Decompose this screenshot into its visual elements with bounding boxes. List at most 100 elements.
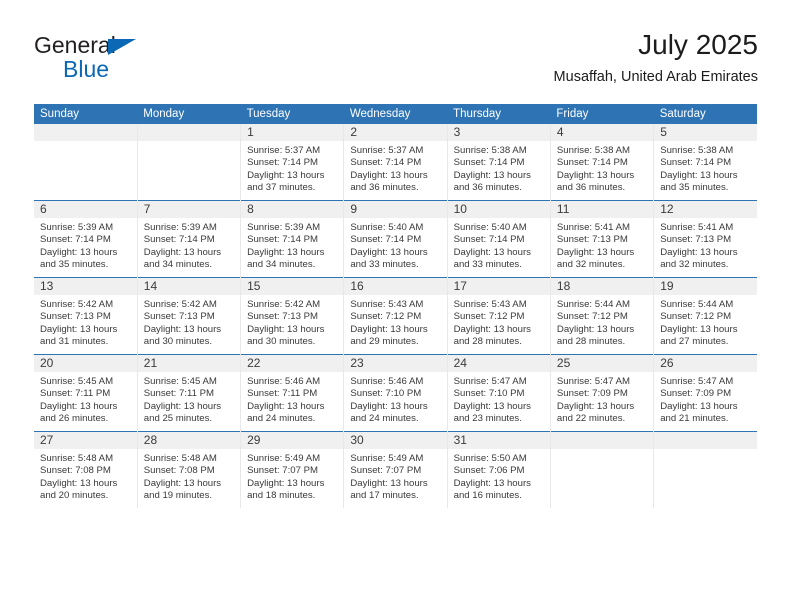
daylight-line-1: Daylight: 13 hours	[247, 400, 325, 412]
calendar-day-cell[interactable]: 21 Sunrise: 5:45 AM Sunset: 7:11 PM Dayligh…	[137, 354, 242, 432]
daylight-line-2: and 18 minutes.	[247, 490, 316, 502]
calendar-day-cell[interactable]: 12 Sunrise: 5:41 AM Sunset: 7:13 PM Dayligh…	[653, 200, 757, 278]
calendar-day-cell[interactable]: 19 Sunrise: 5:44 AM Sunset: 7:12 PM Dayligh…	[653, 277, 757, 355]
daylight-line-2: and 30 minutes.	[143, 336, 213, 348]
daylight-line-1: Daylight: 13 hours	[453, 169, 531, 181]
calendar-day-cell[interactable]: 6 Sunrise: 5:39 AM Sunset: 7:14 PM Daylight…	[34, 200, 138, 278]
sunrise-line: Sunrise: 5:45 AM	[40, 376, 114, 387]
daylight-line-2: and 22 minutes.	[556, 413, 626, 425]
calendar-day-cell[interactable]: 1 Sunrise: 5:37 AM Sunset: 7:14 PM Daylight…	[240, 124, 345, 201]
calendar-day-cell[interactable]: 30 Sunrise: 5:49 AM Sunset: 7:07 PM Dayligh…	[343, 431, 448, 508]
sunrise-line: Sunrise: 5:42 AM	[40, 299, 114, 310]
calendar-day-cell[interactable]: 28 Sunrise: 5:48 AM Sunset: 7:08 PM Dayligh…	[137, 431, 242, 508]
day-details: Sunrise: 5:39 AM Sunset: 7:14 PM Daylight:…	[241, 218, 343, 272]
calendar-day-cell[interactable]: 18 Sunrise: 5:44 AM Sunset: 7:12 PM Dayligh…	[550, 277, 655, 355]
calendar-day-cell[interactable]: 14 Sunrise: 5:42 AM Sunset: 7:13 PM Dayligh…	[137, 277, 242, 355]
calendar-header-row: Sunday Monday Tuesday Wednesday Thursday Frid…	[34, 104, 757, 124]
page-subtitle: Musaffah, United Arab Emirates	[553, 69, 758, 85]
calendar-day-cell[interactable]: 23 Sunrise: 5:46 AM Sunset: 7:10 PM Dayligh…	[343, 354, 448, 432]
sunset-line: Sunset: 7:14 PM	[247, 157, 318, 169]
day-number: 13	[34, 278, 137, 295]
calendar-day-cell[interactable]: 24 Sunrise: 5:47 AM Sunset: 7:10 PM Dayligh…	[447, 354, 551, 432]
day-number: 11	[550, 201, 654, 218]
weekday-header-sunday: Sunday	[34, 104, 138, 124]
calendar-week-row: 13 Sunrise: 5:42 AM Sunset: 7:13 PM Dayligh…	[34, 277, 757, 355]
day-details: Sunrise: 5:44 AM Sunset: 7:12 PM Daylight:…	[654, 295, 757, 349]
general-blue-logo[interactable]: General Blue	[34, 28, 254, 90]
day-number: 12	[654, 201, 757, 218]
calendar-day-cell[interactable]: 25 Sunrise: 5:47 AM Sunset: 7:09 PM Dayligh…	[550, 354, 655, 432]
calendar-day-cell[interactable]: 26 Sunrise: 5:47 AM Sunset: 7:09 PM Dayligh…	[653, 354, 757, 432]
daylight-line-2: and 29 minutes.	[350, 336, 419, 348]
calendar-week-row: 20 Sunrise: 5:45 AM Sunset: 7:11 PM Dayligh…	[34, 354, 757, 432]
sunrise-line: Sunrise: 5:39 AM	[40, 222, 114, 233]
daylight-line-1: Daylight: 13 hours	[247, 169, 325, 181]
calendar-day-cell[interactable]: 17 Sunrise: 5:43 AM Sunset: 7:12 PM Dayligh…	[447, 277, 551, 355]
daylight-line-2: and 27 minutes.	[660, 336, 729, 348]
calendar-day-cell[interactable]: 22 Sunrise: 5:46 AM Sunset: 7:11 PM Dayligh…	[240, 354, 345, 432]
sunset-line: Sunset: 7:06 PM	[453, 465, 525, 477]
sunrise-line: Sunrise: 5:42 AM	[143, 299, 217, 310]
sunrise-line: Sunrise: 5:38 AM	[556, 145, 630, 156]
daylight-line-2: and 35 minutes.	[40, 259, 109, 271]
day-details: Sunrise: 5:37 AM Sunset: 7:14 PM Daylight:…	[344, 141, 446, 195]
calendar-day-cell[interactable]: 27 Sunrise: 5:48 AM Sunset: 7:08 PM Dayligh…	[34, 431, 138, 508]
day-details: Sunrise: 5:47 AM Sunset: 7:09 PM Daylight:…	[551, 372, 653, 426]
sunrise-line: Sunrise: 5:46 AM	[350, 376, 424, 387]
sunset-line: Sunset: 7:13 PM	[40, 311, 111, 323]
calendar-day-cell[interactable]: 16 Sunrise: 5:43 AM Sunset: 7:12 PM Dayligh…	[343, 277, 448, 355]
sunset-line: Sunset: 7:13 PM	[660, 234, 732, 246]
daylight-line-2: and 28 minutes.	[453, 336, 522, 348]
daylight-line-2: and 19 minutes.	[143, 490, 213, 502]
day-number: 3	[447, 124, 550, 141]
daylight-line-2: and 30 minutes.	[247, 336, 316, 348]
daylight-line-1: Daylight: 13 hours	[453, 246, 531, 258]
sunrise-line: Sunrise: 5:41 AM	[556, 222, 630, 233]
logo-text-blue: Blue	[63, 56, 110, 82]
daylight-line-2: and 23 minutes.	[453, 413, 522, 425]
daylight-line-2: and 33 minutes.	[350, 259, 419, 271]
day-number: 20	[34, 355, 137, 372]
calendar-day-cell[interactable]: 2 Sunrise: 5:37 AM Sunset: 7:14 PM Daylight…	[343, 124, 448, 201]
calendar-day-cell[interactable]: 15 Sunrise: 5:42 AM Sunset: 7:13 PM Dayligh…	[240, 277, 345, 355]
daylight-line-1: Daylight: 13 hours	[556, 169, 635, 181]
sunrise-line: Sunrise: 5:44 AM	[660, 299, 734, 310]
page-title: July 2025	[638, 29, 758, 60]
day-details: Sunrise: 5:39 AM Sunset: 7:14 PM Daylight:…	[138, 218, 240, 272]
daylight-line-1: Daylight: 13 hours	[453, 323, 531, 335]
day-details: Sunrise: 5:42 AM Sunset: 7:13 PM Daylight:…	[241, 295, 343, 349]
calendar-day-cell[interactable]: 7 Sunrise: 5:39 AM Sunset: 7:14 PM Daylight…	[137, 200, 242, 278]
calendar-day-cell[interactable]: 13 Sunrise: 5:42 AM Sunset: 7:13 PM Dayligh…	[34, 277, 138, 355]
sunrise-line: Sunrise: 5:49 AM	[350, 453, 424, 464]
calendar-day-cell[interactable]: 5 Sunrise: 5:38 AM Sunset: 7:14 PM Daylight…	[653, 124, 757, 201]
daylight-line-2: and 36 minutes.	[350, 182, 419, 194]
day-details: Sunrise: 5:46 AM Sunset: 7:11 PM Daylight:…	[241, 372, 343, 426]
sunrise-line: Sunrise: 5:43 AM	[350, 299, 424, 310]
calendar-day-cell[interactable]: 31 Sunrise: 5:50 AM Sunset: 7:06 PM Dayligh…	[447, 431, 551, 508]
calendar-day-cell[interactable]: 9 Sunrise: 5:40 AM Sunset: 7:14 PM Daylight…	[343, 200, 448, 278]
sunrise-line: Sunrise: 5:40 AM	[453, 222, 527, 233]
sunset-line: Sunset: 7:14 PM	[350, 157, 422, 169]
daylight-line-2: and 16 minutes.	[453, 490, 522, 502]
sunset-line: Sunset: 7:14 PM	[143, 234, 215, 246]
day-number	[654, 432, 757, 449]
calendar-day-cell[interactable]: 20 Sunrise: 5:45 AM Sunset: 7:11 PM Dayligh…	[34, 354, 138, 432]
day-number: 16	[344, 278, 447, 295]
calendar-day-cell[interactable]: 11 Sunrise: 5:41 AM Sunset: 7:13 PM Dayligh…	[550, 200, 655, 278]
day-details: Sunrise: 5:43 AM Sunset: 7:12 PM Daylight:…	[448, 295, 550, 349]
day-number: 24	[447, 355, 550, 372]
day-details: Sunrise: 5:48 AM Sunset: 7:08 PM Daylight:…	[138, 449, 240, 503]
day-details: Sunrise: 5:39 AM Sunset: 7:14 PM Daylight:…	[34, 218, 137, 272]
calendar-day-cell[interactable]: 3 Sunrise: 5:38 AM Sunset: 7:14 PM Daylight…	[447, 124, 551, 201]
calendar-day-cell[interactable]: 4 Sunrise: 5:38 AM Sunset: 7:14 PM Daylight…	[550, 124, 655, 201]
calendar-day-cell[interactable]: 29 Sunrise: 5:49 AM Sunset: 7:07 PM Dayligh…	[240, 431, 345, 508]
sunrise-line: Sunrise: 5:48 AM	[143, 453, 217, 464]
day-number: 17	[447, 278, 550, 295]
daylight-line-1: Daylight: 13 hours	[350, 169, 428, 181]
calendar-day-cell[interactable]: 10 Sunrise: 5:40 AM Sunset: 7:14 PM Dayligh…	[447, 200, 551, 278]
sunset-line: Sunset: 7:07 PM	[247, 465, 318, 477]
sunrise-line: Sunrise: 5:39 AM	[247, 222, 321, 233]
calendar-day-cell[interactable]: 8 Sunrise: 5:39 AM Sunset: 7:14 PM Daylight…	[240, 200, 345, 278]
page-header: General Blue July 2025 Musaffah, United …	[34, 28, 758, 94]
sunset-line: Sunset: 7:12 PM	[556, 311, 628, 323]
